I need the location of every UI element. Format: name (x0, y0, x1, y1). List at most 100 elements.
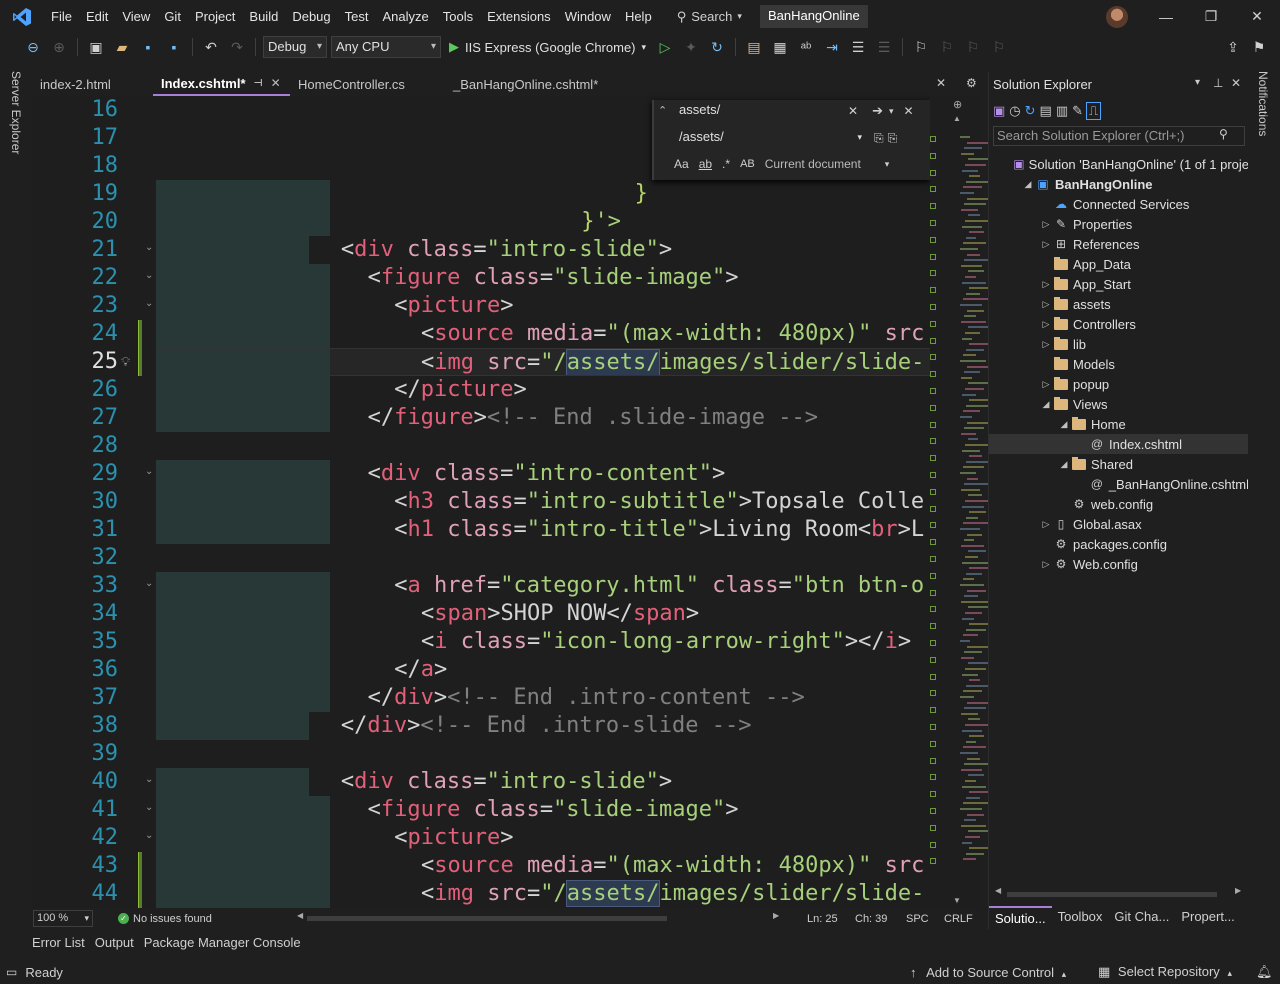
spell-check-icon[interactable]: ᵃᵇ (795, 36, 817, 58)
start-without-debugging-icon[interactable]: ▷ (654, 36, 676, 58)
collapsed-chevron-icon[interactable]: ▷ (1039, 339, 1053, 350)
tree-item[interactable]: ◢ Views (989, 394, 1249, 414)
tree-item[interactable]: ⚙ packages.config (989, 534, 1249, 554)
search-icon[interactable]: ⚲ (1219, 127, 1228, 141)
prev-bookmark-icon[interactable]: ⚐ (936, 36, 958, 58)
code-line[interactable]: <a href="category.html" class="btn btn-o (156, 572, 930, 600)
code-line[interactable]: <div class="intro-content"> (156, 460, 930, 488)
code-line[interactable] (156, 432, 930, 460)
panel-options-chevron-icon[interactable]: ▾ (1195, 77, 1200, 88)
find-input[interactable]: assets/ (674, 100, 842, 122)
solution-panel-tab[interactable]: Propert... (1175, 906, 1240, 928)
close-find-icon[interactable]: ✕ (904, 104, 914, 118)
code-line[interactable]: </picture> (156, 376, 930, 404)
menu-debug[interactable]: Debug (285, 0, 337, 33)
solution-platform-select[interactable]: Any CPU (331, 36, 441, 58)
close-tab-icon[interactable]: ✕ (936, 76, 946, 90)
collapsed-chevron-icon[interactable]: ▷ (1039, 239, 1053, 250)
code-line[interactable]: <i class="icon-long-arrow-right"></i> (156, 628, 930, 656)
lightbulb-icon[interactable]: 💡︎ (121, 354, 130, 370)
tree-item[interactable]: @ _BanHangOnline.cshtml (989, 474, 1249, 494)
bookmark-icon[interactable]: ⚐ (910, 36, 932, 58)
collapsed-chevron-icon[interactable]: ▷ (1039, 559, 1053, 570)
menu-project[interactable]: Project (188, 0, 242, 33)
history-icon[interactable]: ◷ (1009, 103, 1020, 119)
tree-item[interactable]: ▷ Controllers (989, 314, 1249, 334)
code-line[interactable]: } (156, 180, 930, 208)
gear-icon[interactable]: ⚙ (966, 76, 977, 90)
tree-item[interactable]: App_Data (989, 254, 1249, 274)
issues-indicator[interactable]: ✓ No issues found (118, 913, 212, 925)
menu-file[interactable]: File (44, 0, 79, 33)
add-to-source-control-button[interactable]: ↑ Add to Source Control ▴ (910, 965, 1066, 980)
expanded-chevron-icon[interactable]: ◢ (1057, 459, 1071, 470)
collapse-all-icon[interactable]: ▤ (1040, 103, 1052, 119)
code-line[interactable]: <div class="intro-slide"> (156, 236, 930, 264)
fold-chevron-icon[interactable]: ⌄ (145, 242, 153, 253)
menu-analyze[interactable]: Analyze (375, 0, 435, 33)
tree-item[interactable]: ◢ Shared (989, 454, 1249, 474)
code-line[interactable]: <img src="/assets/images/slider/slide- (156, 880, 930, 908)
avatar[interactable] (1106, 6, 1128, 28)
redo-icon[interactable]: ↷ (226, 36, 248, 58)
code-line[interactable]: <source media="(max-width: 480px)" src (156, 852, 930, 880)
switch-views-icon[interactable]: ▣ (993, 103, 1005, 119)
show-all-files-icon[interactable]: ▥ (1056, 103, 1068, 119)
code-line[interactable]: <h1 class="intro-title">Living Room<br>L (156, 516, 930, 544)
fold-chevron-icon[interactable]: ⌄ (145, 578, 153, 589)
refresh-icon[interactable]: ↻ (706, 36, 728, 58)
browse-folder-icon[interactable]: ▤ (743, 36, 765, 58)
clear-find-icon[interactable]: ✕ (848, 104, 858, 118)
tree-item[interactable]: ▷ ⊞ References (989, 234, 1249, 254)
notifications-tab[interactable]: Notifications (1256, 71, 1270, 136)
tool-tab-package-manager-console[interactable]: Package Manager Console (144, 932, 301, 954)
column-indicator[interactable]: Ch: 39 (855, 913, 887, 925)
open-folder-icon[interactable]: ▰ (111, 36, 133, 58)
save-all-icon[interactable]: ▪ (163, 36, 185, 58)
fold-chevron-icon[interactable]: ⌄ (145, 802, 153, 813)
scroll-thumb[interactable] (307, 916, 667, 921)
select-repository-button[interactable]: ▦ Select Repository ▴ (1098, 964, 1232, 980)
code-editor[interactable]: 16 17 18 19 20 21 ⌄ 22 ⌄ 23 ⌄ 24 25 💡︎ 26 27 28 29 ⌄ 30 31 32… (32, 96, 930, 908)
replace-input[interactable]: /assets/ ▾ (674, 127, 866, 149)
collapsed-chevron-icon[interactable]: ▷ (1039, 379, 1053, 390)
code-line[interactable]: <picture> (156, 292, 930, 320)
visual-studio-logo-icon[interactable] (0, 0, 44, 33)
match-whole-word-icon[interactable]: ab (699, 157, 712, 171)
expanded-chevron-icon[interactable]: ◢ (1021, 179, 1035, 190)
code-line[interactable]: <source media="(max-width: 480px)" src (156, 320, 930, 348)
share-icon[interactable]: ⇪ (1222, 36, 1244, 58)
tree-item[interactable]: ▣ Solution 'BanHangOnline' (1 of 1 proje (989, 154, 1249, 174)
step-icon[interactable]: ⇥ (821, 36, 843, 58)
solution-panel-tab[interactable]: Git Cha... (1108, 906, 1175, 928)
menu-help[interactable]: Help (618, 0, 659, 33)
code-line[interactable]: </div><!-- End .intro-content --> (156, 684, 930, 712)
preview-selected-icon[interactable]: ⎍ (1086, 102, 1102, 120)
solution-configuration-select[interactable]: Debug (263, 36, 327, 58)
close-panel-icon[interactable]: ✕ (1231, 76, 1241, 90)
minimap-scrollbar[interactable]: ⊕ ▲ ▼ (930, 96, 996, 908)
spacing-indicator[interactable]: SPC (906, 913, 929, 925)
tree-item[interactable]: ☁ Connected Services (989, 194, 1249, 214)
feedback-icon[interactable]: ⚑ (1248, 36, 1270, 58)
preserve-case-icon[interactable]: AB (740, 158, 755, 170)
tree-item[interactable]: ▷ ▯ Global.asax (989, 514, 1249, 534)
tree-horizontal-scrollbar[interactable]: ◀ ▶ (995, 886, 1243, 898)
menu-extensions[interactable]: Extensions (480, 0, 558, 33)
tree-item[interactable]: ▷ lib (989, 334, 1249, 354)
collapsed-chevron-icon[interactable]: ▷ (1039, 219, 1053, 230)
tree-item[interactable]: ⚙ web.config (989, 494, 1249, 514)
expanded-chevron-icon[interactable]: ◢ (1057, 419, 1071, 430)
code-line[interactable]: <div class="intro-slide"> (156, 768, 930, 796)
menu-tools[interactable]: Tools (436, 0, 480, 33)
toggle-replace-chevron-icon[interactable]: ⌃ (658, 104, 667, 117)
document-tab[interactable]: Index.cshtml* ⊣ ✕ (153, 72, 290, 96)
tool-tab-output[interactable]: Output (95, 932, 134, 954)
expanded-chevron-icon[interactable]: ◢ (1039, 399, 1053, 410)
forward-icon[interactable]: ⊕ (48, 36, 70, 58)
comment-icon[interactable]: ☰ (873, 36, 895, 58)
close-tab-icon[interactable]: ✕ (271, 76, 281, 90)
code-line[interactable]: <h3 class="intro-subtitle">Topsale Colle (156, 488, 930, 516)
run-button[interactable]: ▶ IIS Express (Google Chrome) ▾ (445, 39, 650, 55)
menu-window[interactable]: Window (558, 0, 618, 33)
